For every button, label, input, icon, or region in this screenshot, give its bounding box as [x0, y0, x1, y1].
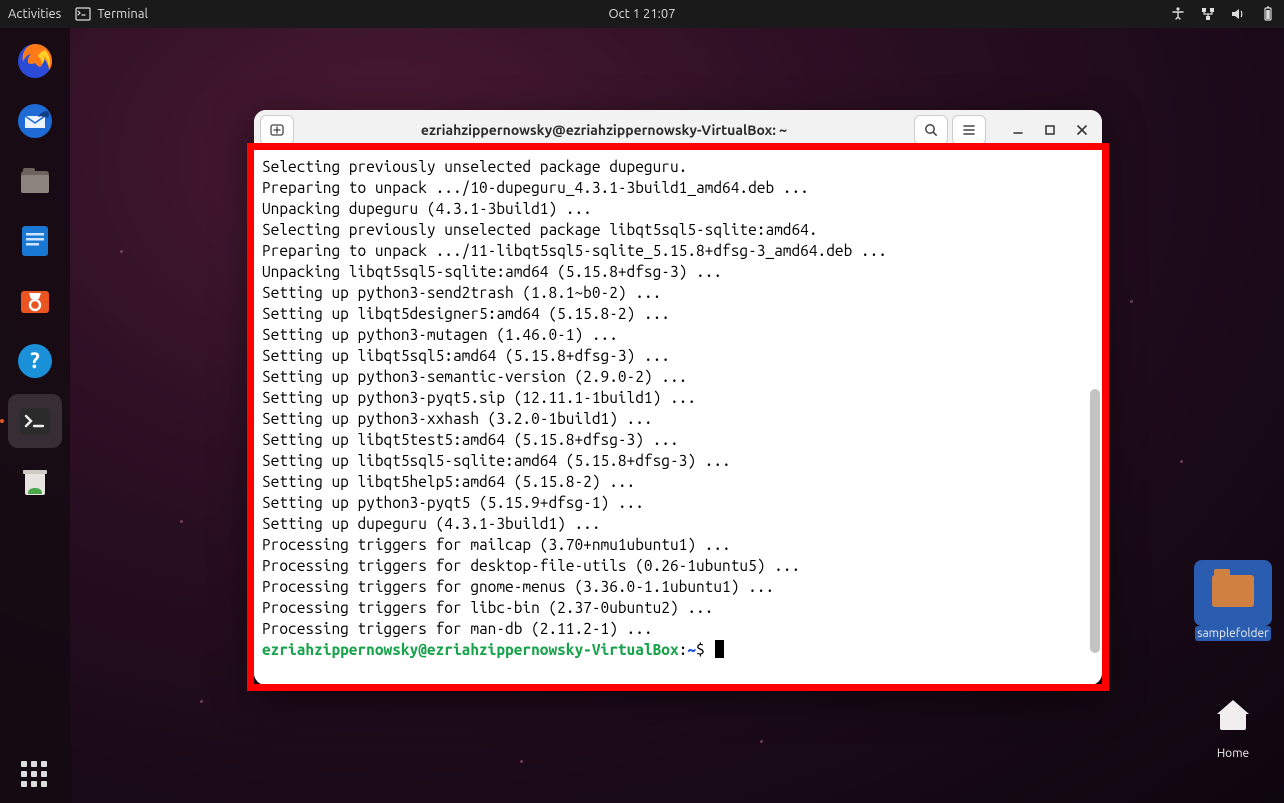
terminal-line: Setting up libqt5designer5:amd64 (5.15.8… [262, 303, 1094, 324]
clock[interactable]: Oct 1 21:07 [608, 7, 675, 21]
prompt-path: ~ [687, 641, 696, 658]
active-app-label: Terminal [97, 7, 148, 21]
terminal-line: Processing triggers for mailcap (3.70+nm… [262, 534, 1094, 555]
close-icon [1075, 123, 1089, 137]
svg-text:?: ? [30, 348, 40, 373]
terminal-small-icon [75, 6, 91, 22]
terminal-output[interactable]: Selecting previously unselected package … [254, 150, 1102, 685]
folder-icon [1212, 575, 1254, 607]
titlebar: ezriahzippernowsky@ezriahzippernowsky-Vi… [254, 110, 1102, 150]
terminal-window: ezriahzippernowsky@ezriahzippernowsky-Vi… [254, 110, 1102, 685]
help-icon: ? [15, 341, 55, 381]
new-tab-button[interactable] [260, 115, 294, 145]
prompt-user-host: ezriahzippernowsky@ezriahzippernowsky-Vi… [262, 641, 679, 658]
scrollbar[interactable] [1090, 156, 1100, 663]
maximize-icon [1043, 123, 1057, 137]
dock-firefox[interactable] [8, 34, 62, 88]
maximize-button[interactable] [1036, 116, 1064, 144]
thunderbird-icon [15, 101, 55, 141]
terminal-line: Preparing to unpack .../11-libqt5sql5-sq… [262, 240, 1094, 261]
trash-icon [15, 461, 55, 501]
search-icon [923, 122, 939, 138]
terminal-line: Processing triggers for man-db (2.11.2-1… [262, 618, 1094, 639]
desktop-icon-label: samplefolder [1195, 626, 1270, 641]
dock-thunderbird[interactable] [8, 94, 62, 148]
firefox-icon [15, 41, 55, 81]
scrollbar-thumb[interactable] [1090, 389, 1100, 653]
terminal-line: Setting up python3-semantic-version (2.9… [262, 366, 1094, 387]
desktop-icon-home[interactable]: Home [1194, 688, 1272, 761]
terminal-line: Setting up python3-pyqt5 (5.15.9+dfsg-1)… [262, 492, 1094, 513]
hamburger-icon [961, 122, 977, 138]
apps-button[interactable] [0, 747, 70, 803]
terminal-line: Setting up libqt5test5:amd64 (5.15.8+dfs… [262, 429, 1094, 450]
terminal-line: Setting up libqt5help5:amd64 (5.15.8-2) … [262, 471, 1094, 492]
dock-files[interactable] [8, 154, 62, 208]
apps-grid-icon [21, 761, 49, 789]
active-app-indicator[interactable]: Terminal [75, 6, 148, 22]
terminal-line: Setting up dupeguru (4.3.1-3build1) ... [262, 513, 1094, 534]
window-title: ezriahzippernowsky@ezriahzippernowsky-Vi… [298, 122, 910, 138]
dock-help[interactable]: ? [8, 334, 62, 388]
activities-button[interactable]: Activities [8, 7, 61, 21]
dock-trash[interactable] [8, 454, 62, 508]
dock-ubuntu-software[interactable] [8, 274, 62, 328]
dock-terminal[interactable] [8, 394, 62, 448]
dock: ? [0, 28, 70, 803]
terminal-icon [15, 401, 55, 441]
terminal-line: Setting up libqt5sql5-sqlite:amd64 (5.15… [262, 450, 1094, 471]
ubuntu-software-icon [15, 281, 55, 321]
terminal-line: Setting up python3-send2trash (1.8.1~b0-… [262, 282, 1094, 303]
terminal-line: Selecting previously unselected package … [262, 219, 1094, 240]
terminal-line: Setting up libqt5sql5:amd64 (5.15.8+dfsg… [262, 345, 1094, 366]
battery-icon[interactable] [1260, 6, 1276, 22]
minimize-icon [1011, 123, 1025, 137]
files-icon [15, 161, 55, 201]
hamburger-menu-button[interactable] [952, 115, 986, 145]
terminal-line: Selecting previously unselected package … [262, 156, 1094, 177]
close-button[interactable] [1068, 116, 1096, 144]
cursor [715, 640, 724, 658]
home-icon [1216, 700, 1250, 730]
accessibility-icon[interactable] [1170, 6, 1186, 22]
minimize-button[interactable] [1004, 116, 1032, 144]
terminal-line: Processing triggers for gnome-menus (3.3… [262, 576, 1094, 597]
search-button[interactable] [914, 115, 948, 145]
plus-tab-icon [269, 122, 285, 138]
terminal-line: Preparing to unpack .../10-dupeguru_4.3.… [262, 177, 1094, 198]
libreoffice-writer-icon [15, 221, 55, 261]
terminal-line: Unpacking libqt5sql5-sqlite:amd64 (5.15.… [262, 261, 1094, 282]
network-icon[interactable] [1200, 6, 1216, 22]
terminal-line: Setting up python3-pyqt5.sip (12.11.1-1b… [262, 387, 1094, 408]
terminal-line: Setting up python3-mutagen (1.46.0-1) ..… [262, 324, 1094, 345]
terminal-line: Unpacking dupeguru (4.3.1-3build1) ... [262, 198, 1094, 219]
terminal-line: Setting up python3-xxhash (3.2.0-1build1… [262, 408, 1094, 429]
prompt-symbol: $ [696, 641, 713, 658]
top-bar: Activities Terminal Oct 1 21:07 [0, 0, 1284, 28]
desktop-icon-label: Home [1215, 746, 1251, 761]
terminal-prompt[interactable]: ezriahzippernowsky@ezriahzippernowsky-Vi… [262, 639, 1094, 660]
terminal-line: Processing triggers for libc-bin (2.37-0… [262, 597, 1094, 618]
terminal-line: Processing triggers for desktop-file-uti… [262, 555, 1094, 576]
dock-libreoffice-writer[interactable] [8, 214, 62, 268]
desktop-icon-samplefolder[interactable]: samplefolder [1194, 560, 1272, 641]
volume-icon[interactable] [1230, 6, 1246, 22]
